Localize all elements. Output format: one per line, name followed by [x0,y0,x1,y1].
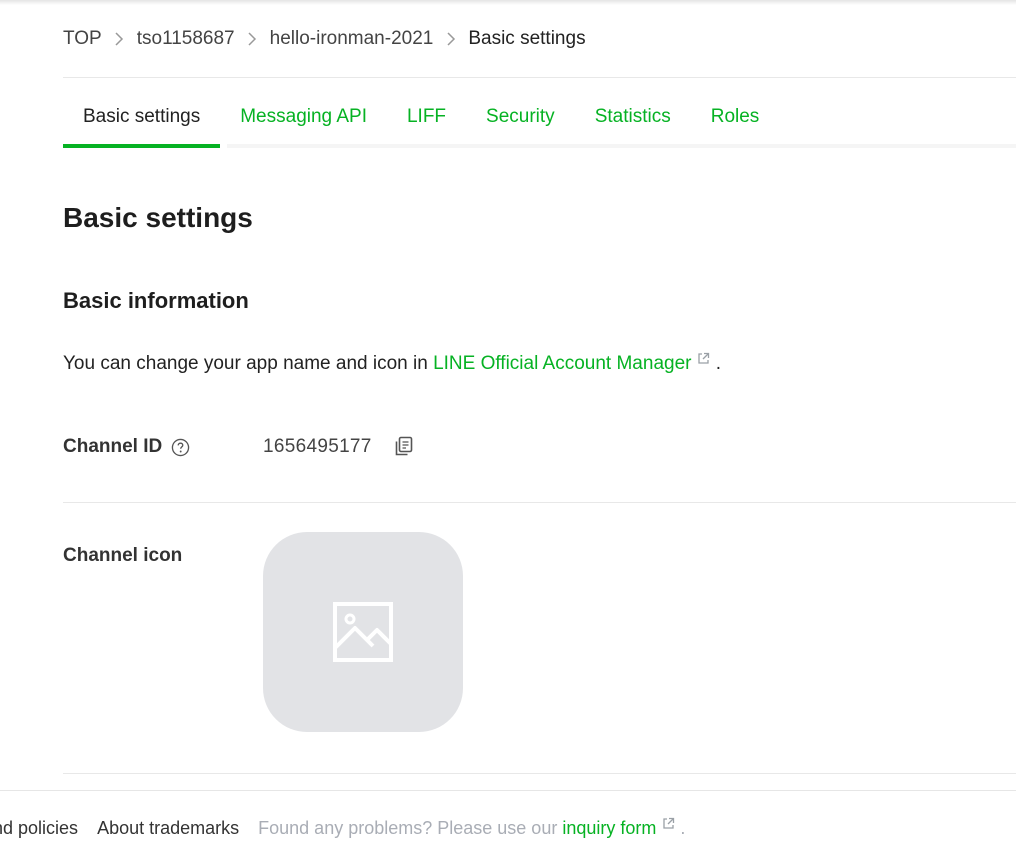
inquiry-form-link[interactable]: inquiry form [562,817,675,838]
breadcrumb: TOP tso1158687 hello-ironman-2021 Basic … [63,28,586,50]
help-icon[interactable] [171,438,190,457]
tab-liff[interactable]: LIFF [387,92,466,148]
copy-icon[interactable] [394,436,414,457]
chevron-right-icon [433,32,468,46]
footer-note: Found any problems? Please use our inqui… [258,817,685,839]
tab-statistics[interactable]: Statistics [575,92,691,148]
section-title-basic-information: Basic information [63,288,249,313]
tab-roles[interactable]: Roles [691,92,780,148]
breadcrumb-divider [63,77,1016,78]
footer: nd policies About trademarks Found any p… [0,817,685,839]
breadcrumb-item-channel[interactable]: hello-ironman-2021 [270,28,434,50]
footer-note-text: Found any problems? Please use our [258,818,563,838]
footer-note-suffix: . [675,818,686,838]
tab-security[interactable]: Security [466,92,575,148]
description-suffix: . [710,353,722,374]
tab-basic-settings[interactable]: Basic settings [63,92,221,148]
external-link-icon [698,352,710,364]
row-divider [63,502,1016,503]
tab-messaging-api[interactable]: Messaging API [220,92,387,148]
chevron-right-icon [235,32,270,46]
link-label: LINE Official Account Manager [433,353,692,374]
channel-icon-placeholder [263,532,463,732]
tab-bar-divider [227,144,1016,148]
row-divider [63,773,1016,774]
footer-link-policies[interactable]: nd policies [0,818,78,839]
footer-divider [0,790,1016,791]
page-title: Basic settings [63,202,253,233]
image-placeholder-icon [333,602,393,662]
line-official-account-manager-link[interactable]: LINE Official Account Manager [433,352,710,374]
footer-link-trademarks[interactable]: About trademarks [97,818,239,839]
chevron-right-icon [102,32,137,46]
channel-icon-label: Channel icon [63,545,183,566]
breadcrumb-item-provider[interactable]: tso1158687 [137,28,235,50]
channel-icon-row-label: Channel icon [63,545,182,567]
channel-id-row-label: Channel ID [63,436,190,458]
inquiry-form-label: inquiry form [562,818,657,838]
breadcrumb-item-top[interactable]: TOP [63,28,102,50]
channel-id-label: Channel ID [63,436,163,457]
basic-information-description: You can change your app name and icon in… [63,352,721,375]
tab-bar: Basic settings Messaging API LIFF Securi… [63,92,779,148]
page: TOP tso1158687 hello-ironman-2021 Basic … [0,0,1016,861]
description-text: You can change your app name and icon in [63,353,434,374]
external-link-icon [663,817,675,829]
channel-id-value: 1656495177 [263,436,372,457]
breadcrumb-item-current: Basic settings [468,28,586,49]
